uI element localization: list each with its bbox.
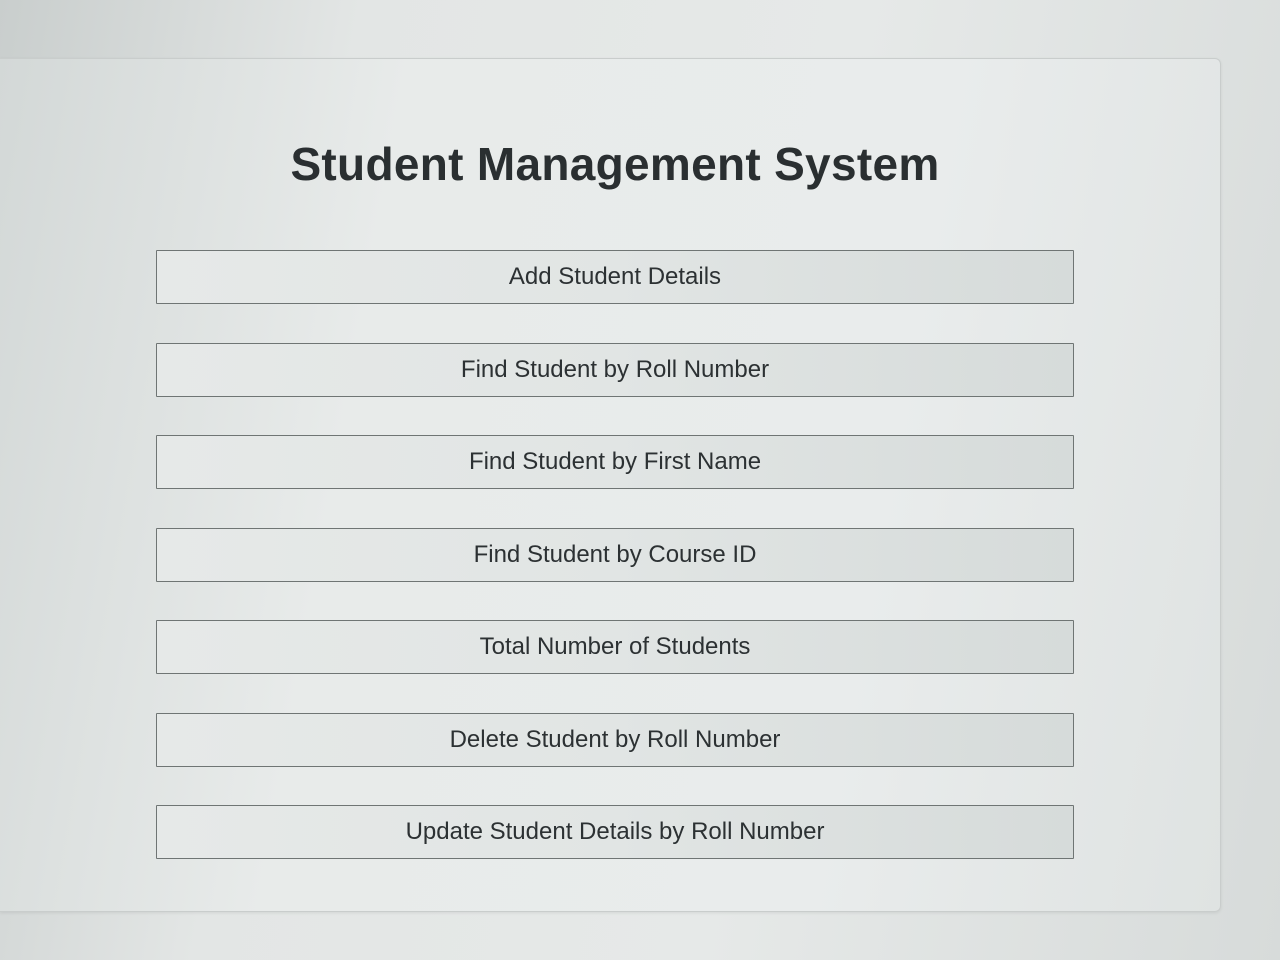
page-title: Student Management System <box>290 138 940 190</box>
menu: Add Student Details Find Student by Roll… <box>156 250 1074 859</box>
delete-student-by-roll-number-button[interactable]: Delete Student by Roll Number <box>156 712 1074 767</box>
update-student-details-by-roll-number-button[interactable]: Update Student Details by Roll Number <box>156 805 1074 859</box>
find-student-by-roll-number-button[interactable]: Find Student by Roll Number <box>156 342 1074 397</box>
find-student-by-first-name-button[interactable]: Find Student by First Name <box>156 435 1074 489</box>
screen: Student Management System Add Student De… <box>0 0 1280 960</box>
find-student-by-course-id-button[interactable]: Find Student by Course ID <box>156 527 1074 582</box>
add-student-details-button[interactable]: Add Student Details <box>156 250 1074 304</box>
total-number-of-students-button[interactable]: Total Number of Students <box>156 620 1074 674</box>
